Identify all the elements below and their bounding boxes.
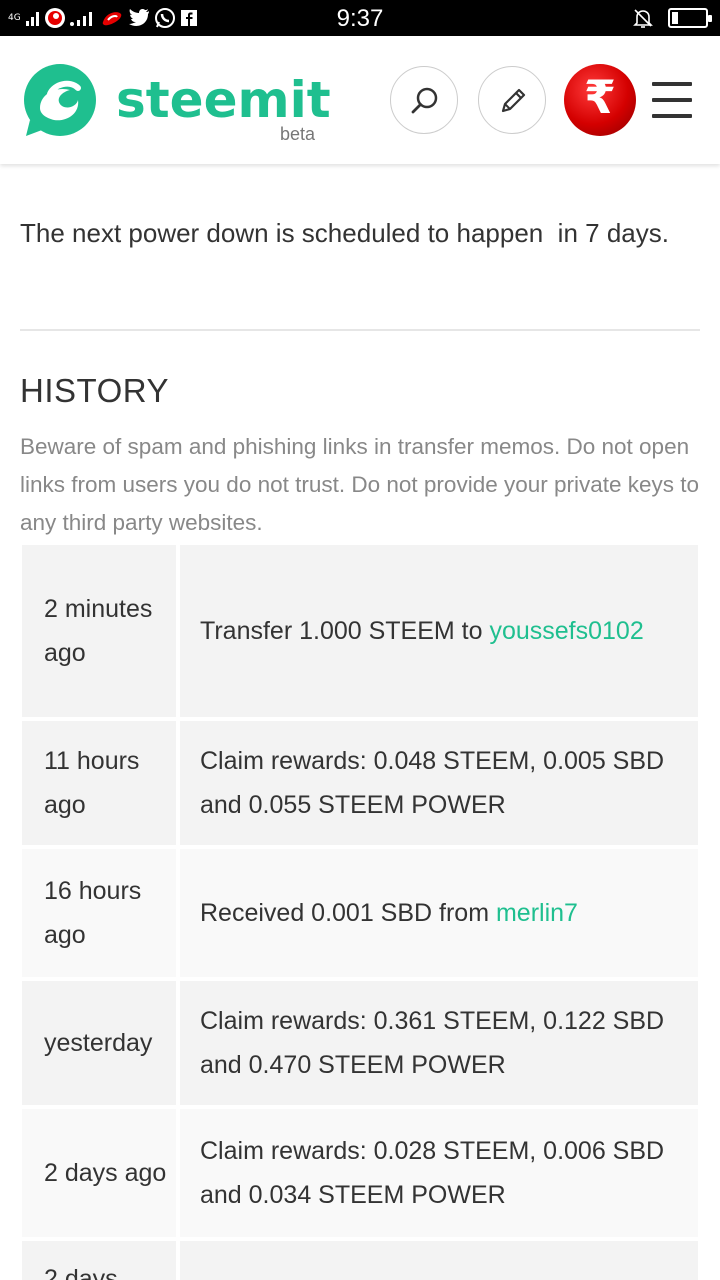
history-time: 16 hours ago bbox=[22, 849, 176, 977]
history-description: Transfer 1.000 STEEM to youssefs0102 bbox=[180, 545, 698, 717]
status-bar: 4G 9:37 bbox=[0, 0, 720, 36]
search-icon bbox=[411, 87, 438, 114]
site-header: steemit beta ₹ bbox=[0, 36, 720, 164]
history-time: 2 days bbox=[22, 1241, 176, 1280]
history-time: yesterday bbox=[22, 981, 176, 1105]
clock: 9:37 bbox=[336, 5, 384, 32]
history-heading: HISTORY bbox=[20, 372, 169, 409]
notifications-muted-icon bbox=[633, 9, 653, 28]
battery-icon bbox=[668, 8, 712, 28]
section-divider bbox=[20, 329, 700, 331]
history-description bbox=[180, 1241, 698, 1280]
battery-level bbox=[672, 12, 678, 24]
history-description: Received 0.001 SBD from merlin7 bbox=[180, 849, 698, 977]
history-description: Claim rewards: 0.028 STEEM, 0.006 SBD an… bbox=[180, 1109, 698, 1237]
avatar-symbol: ₹ bbox=[583, 70, 616, 124]
user-link[interactable]: merlin7 bbox=[496, 899, 578, 927]
history-description: Claim rewards: 0.048 STEEM, 0.005 SBD an… bbox=[180, 721, 698, 845]
search-button[interactable] bbox=[390, 66, 458, 134]
history-table: 2 minutes ago Transfer 1.000 STEEM to yo… bbox=[22, 545, 698, 1280]
logo-beta-label: beta bbox=[280, 124, 316, 144]
hamburger-menu-icon[interactable] bbox=[652, 82, 692, 118]
history-time: 11 hours ago bbox=[22, 721, 176, 845]
logo-wordmark[interactable]: steemit bbox=[116, 68, 331, 132]
steemit-logo-icon[interactable] bbox=[20, 64, 96, 140]
create-post-button[interactable] bbox=[478, 66, 546, 134]
history-description: Claim rewards: 0.361 STEEM, 0.122 SBD an… bbox=[180, 981, 698, 1105]
history-time: 2 days ago bbox=[22, 1109, 176, 1237]
history-warning: Beware of spam and phishing links in tra… bbox=[20, 434, 700, 535]
history-text: Received 0.001 SBD from bbox=[200, 899, 496, 927]
history-row: yesterday Claim rewards: 0.361 STEEM, 0.… bbox=[22, 981, 698, 1105]
status-icons-right bbox=[632, 6, 712, 30]
history-row: 11 hours ago Claim rewards: 0.048 STEEM,… bbox=[22, 721, 698, 845]
user-link[interactable]: youssefs0102 bbox=[489, 617, 643, 645]
history-row: 2 days bbox=[22, 1241, 698, 1280]
history-text: Transfer 1.000 STEEM to bbox=[200, 617, 490, 645]
power-down-notice: The next power down is scheduled to happ… bbox=[20, 218, 669, 248]
history-time: 2 minutes ago bbox=[22, 545, 176, 717]
user-avatar[interactable]: ₹ bbox=[564, 64, 636, 136]
pencil-icon bbox=[501, 88, 526, 113]
history-row: 16 hours ago Received 0.001 SBD from mer… bbox=[22, 849, 698, 977]
history-row: 2 days ago Claim rewards: 0.028 STEEM, 0… bbox=[22, 1109, 698, 1237]
history-row: 2 minutes ago Transfer 1.000 STEEM to yo… bbox=[22, 545, 698, 717]
